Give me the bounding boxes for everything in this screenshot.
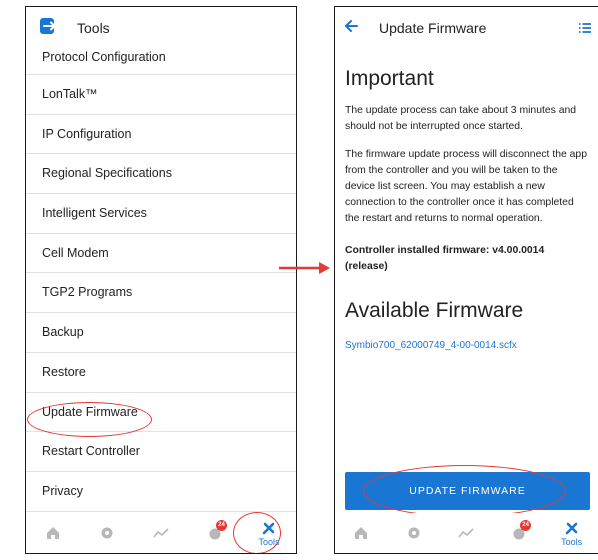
installed-firmware: Controller installed firmware: v4.00.001… [345,245,545,272]
bottom-nav: 24 Tools [26,513,296,553]
tools-screen: Tools Protocol Configuration LonTalk™ IP C… [25,6,297,554]
gear-icon [408,527,420,539]
transition-arrow-icon [279,262,330,274]
nav-alarms[interactable]: 24 [195,514,235,552]
bottom-nav: 24 Tools [335,513,598,553]
nav-trends[interactable] [446,514,486,552]
tools-icon [565,522,577,534]
nav-home[interactable] [341,514,381,552]
available-firmware-heading: Available Firmware [345,299,524,322]
update-firmware-screen: Update Firmware Important The update pro… [334,6,598,554]
menu-item[interactable]: Privacy [26,472,296,512]
menu-item[interactable]: Backup [26,313,296,353]
alarm-badge: 24 [520,520,532,531]
disconnect-note: The firmware update process will disconn… [345,149,587,224]
app-header: Update Firmware [335,7,598,49]
menu-item[interactable]: Protocol Configuration [26,49,296,75]
trend-icon [153,528,169,538]
home-icon [47,527,59,539]
tools-menu: Protocol Configuration LonTalk™ IP Configu… [26,49,296,512]
menu-item[interactable]: Regional Specifications [26,154,296,195]
menu-item[interactable]: Intelligent Services [26,194,296,234]
nav-trends[interactable] [141,514,181,552]
update-firmware-button[interactable]: UPDATE FIRMWARE [345,472,590,510]
nav-settings[interactable] [87,514,127,552]
menu-item[interactable]: Update Firmware [26,393,296,433]
menu-item[interactable]: Cell Modem [26,234,296,274]
menu-list-icon[interactable] [578,21,592,40]
nav-tools[interactable]: Tools [249,514,289,552]
important-heading: Important [345,67,434,90]
trend-icon [458,528,475,538]
menu-item[interactable]: Restart Controller [26,432,296,472]
page-title: Update Firmware [379,20,487,36]
exit-icon[interactable] [39,17,57,40]
home-icon [355,527,368,539]
nav-alarms[interactable]: 24 [499,514,539,552]
app-header: Tools [26,7,296,49]
nav-home[interactable] [33,514,73,552]
nav-tools[interactable]: Tools [552,514,592,552]
nav-tools-label: Tools [258,536,280,547]
menu-item[interactable]: Restore [26,353,296,393]
nav-settings[interactable] [394,514,434,552]
nav-tools-label: Tools [561,536,583,547]
menu-item[interactable]: LonTalk™ [26,75,296,115]
alarm-badge: 24 [216,520,227,531]
back-arrow-icon[interactable] [343,18,359,39]
menu-item[interactable]: TGP2 Programs [26,273,296,314]
gear-icon [101,527,113,539]
tools-icon [262,522,275,534]
menu-item[interactable]: IP Configuration [26,115,296,155]
update-duration-note: The update process can take about 3 minu… [345,105,577,132]
page-title: Tools [77,20,110,36]
firmware-file-link[interactable]: Symbio700_62000749_4-00-0014.scfx [345,340,517,351]
firmware-content: Important The update process can take ab… [335,49,598,353]
